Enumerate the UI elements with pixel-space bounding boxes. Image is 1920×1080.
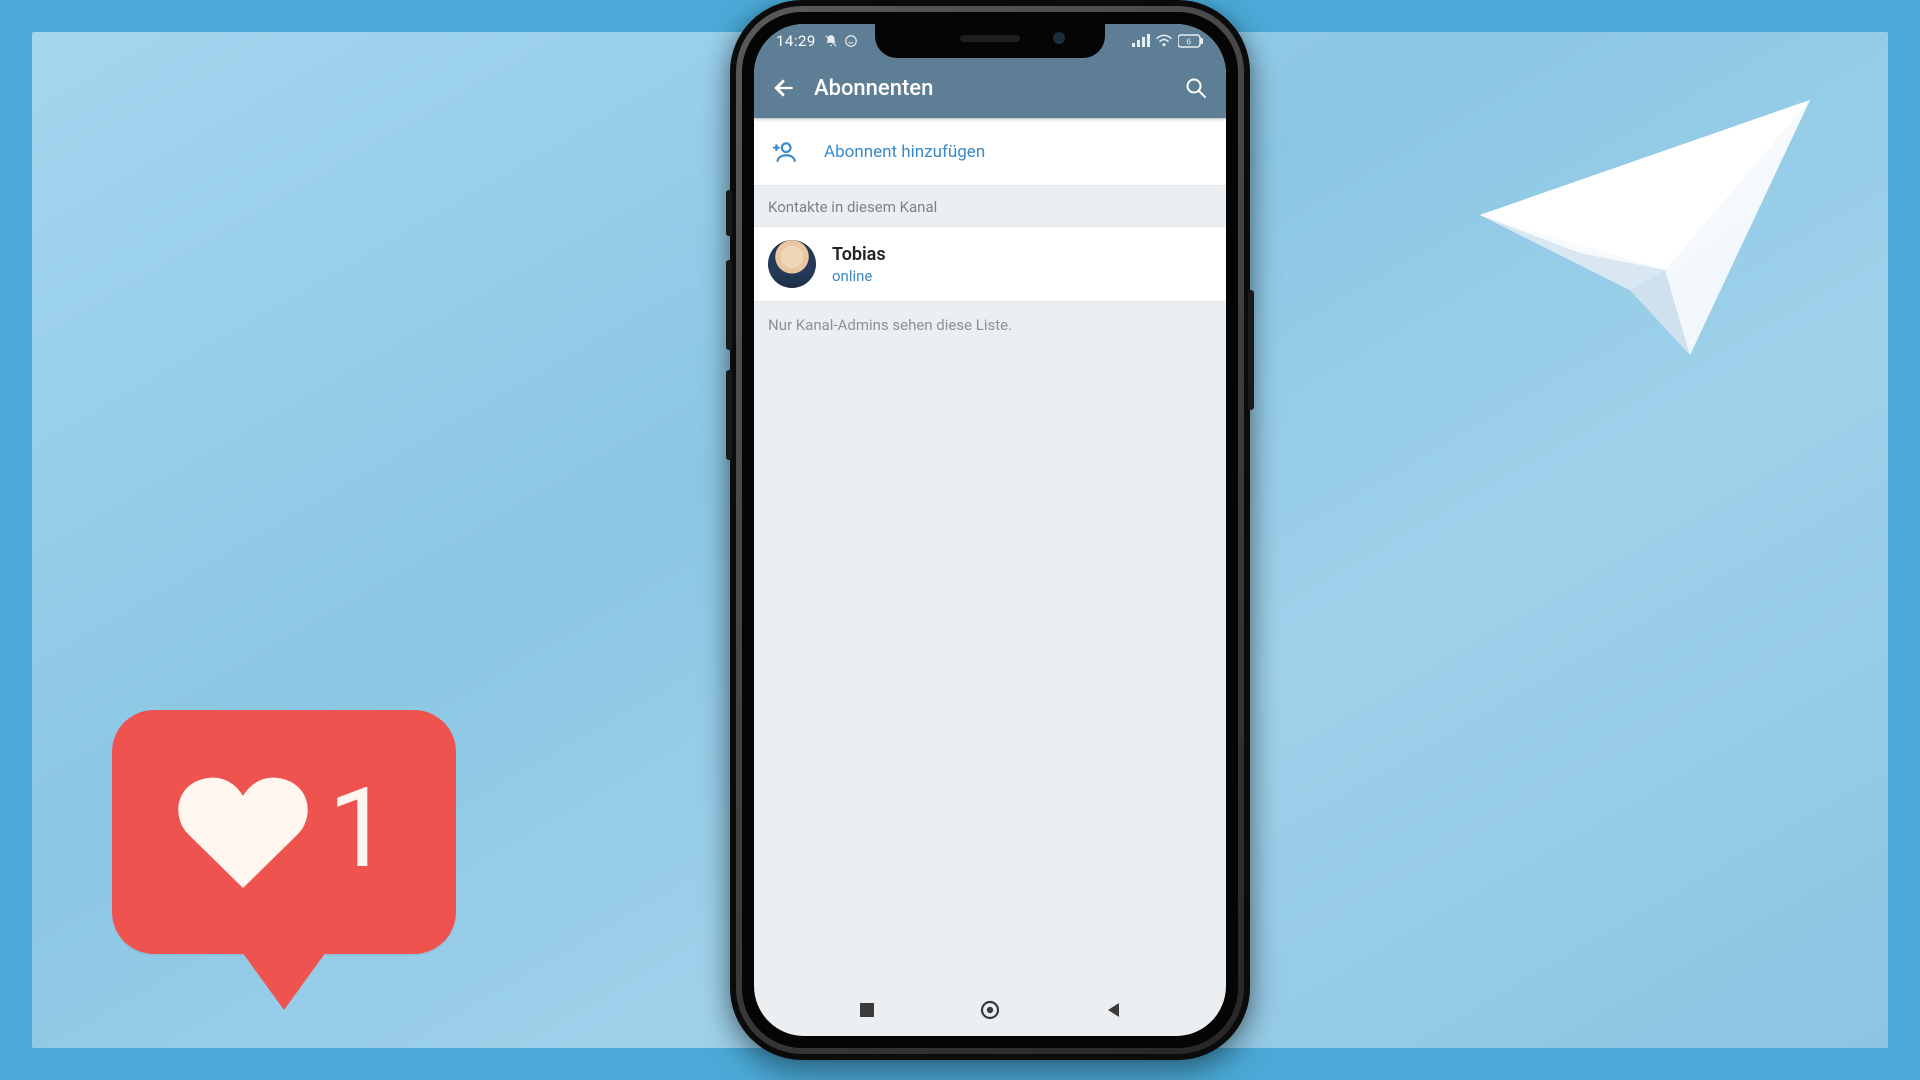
- battery-icon: 6: [1178, 34, 1204, 48]
- status-left-icons: [824, 34, 858, 48]
- back-button[interactable]: [762, 66, 806, 110]
- phone-frame: 14:29: [730, 0, 1250, 1060]
- like-count: 1: [328, 774, 390, 884]
- telegram-plane-icon: [1460, 80, 1820, 380]
- contact-status: online: [832, 267, 886, 285]
- like-bubble: 1: [112, 710, 456, 954]
- status-right-icons: 6: [1132, 34, 1204, 48]
- nav-back-button[interactable]: [1104, 1000, 1124, 1024]
- nav-recents-button[interactable]: [857, 1000, 877, 1024]
- signal-icon: [1132, 34, 1150, 48]
- heart-icon: [178, 776, 308, 888]
- phone-side-button: [726, 370, 732, 460]
- phone-screen: 14:29: [754, 24, 1226, 1036]
- stage: 1 14:29: [0, 0, 1920, 1080]
- page-title: Abonnenten: [806, 76, 1174, 101]
- square-icon: [857, 1000, 877, 1020]
- phone-notch: [875, 24, 1105, 58]
- add-subscriber-label: Abonnent hinzufügen: [824, 142, 985, 162]
- admin-footnote: Nur Kanal-Admins sehen diese Liste.: [754, 302, 1226, 348]
- contact-name: Tobias: [832, 244, 886, 265]
- triangle-left-icon: [1104, 1000, 1124, 1020]
- whatsapp-icon: [844, 34, 858, 48]
- nav-home-button[interactable]: [979, 999, 1001, 1025]
- contact-row[interactable]: Tobias online: [754, 226, 1226, 302]
- wifi-icon: [1155, 34, 1173, 48]
- arrow-left-icon: [771, 75, 797, 101]
- avatar: [768, 240, 816, 288]
- phone-side-button: [726, 260, 732, 350]
- app-bar: Abonnenten: [754, 58, 1226, 118]
- circle-icon: [979, 999, 1001, 1021]
- phone-side-button: [726, 190, 732, 236]
- add-subscriber-row[interactable]: Abonnent hinzufügen: [754, 118, 1226, 186]
- search-icon: [1184, 76, 1208, 100]
- add-person-icon: [768, 139, 800, 165]
- phone-side-button: [1248, 290, 1254, 410]
- section-label-contacts: Kontakte in diesem Kanal: [754, 186, 1226, 226]
- status-time: 14:29: [776, 32, 816, 50]
- search-button[interactable]: [1174, 66, 1218, 110]
- svg-text:6: 6: [1186, 37, 1191, 47]
- notification-off-icon: [824, 34, 838, 48]
- android-nav-bar: [754, 988, 1226, 1036]
